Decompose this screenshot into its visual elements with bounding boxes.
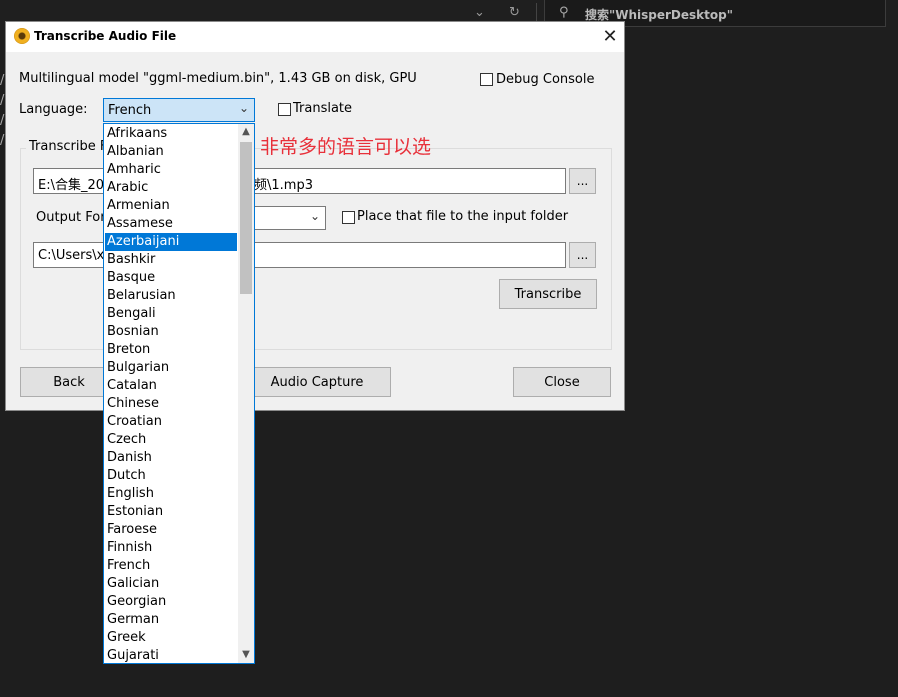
scroll-thumb[interactable]	[240, 142, 252, 294]
language-option[interactable]: French	[105, 557, 237, 575]
chevron-down-icon: ⌄	[238, 101, 249, 115]
language-option[interactable]: Danish	[105, 449, 237, 467]
chevron-down-icon: ⌄	[309, 209, 320, 223]
scroll-up-icon[interactable]: ▲	[238, 124, 254, 140]
language-option[interactable]: Galician	[105, 575, 237, 593]
dialog-titlebar[interactable]: Transcribe Audio File ✕	[6, 22, 624, 52]
language-select[interactable]: French ⌄	[103, 98, 255, 122]
language-option[interactable]: Arabic	[105, 179, 237, 197]
language-option[interactable]: Faroese	[105, 521, 237, 539]
transcribe-dialog: Transcribe Audio File ✕ Multilingual mod…	[5, 21, 625, 411]
debug-console-checkbox[interactable]	[480, 73, 493, 86]
background-text-fragment: /	[0, 133, 5, 148]
language-option[interactable]: English	[105, 485, 237, 503]
dropdown-scrollbar[interactable]: ▲ ▼	[238, 124, 254, 663]
sunflower-app-icon	[14, 28, 30, 44]
close-icon[interactable]: ✕	[598, 25, 622, 49]
dialog-title: Transcribe Audio File	[34, 29, 177, 43]
place-file-checkbox[interactable]	[342, 211, 355, 224]
audio-capture-button[interactable]: Audio Capture	[243, 367, 391, 397]
language-option[interactable]: Chinese	[105, 395, 237, 413]
language-option[interactable]: Finnish	[105, 539, 237, 557]
close-button[interactable]: Close	[513, 367, 611, 397]
translate-checkbox[interactable]	[278, 103, 291, 116]
background-text-fragment: /	[0, 93, 5, 108]
debug-console-label: Debug Console	[496, 72, 595, 87]
background-text-fragment: /	[0, 73, 5, 88]
output-path-text: C:\Users\x	[38, 248, 105, 263]
browse-input-button[interactable]: ...	[569, 168, 596, 194]
language-option[interactable]: Assamese	[105, 215, 237, 233]
language-option[interactable]: Croatian	[105, 413, 237, 431]
chevron-down-icon[interactable]: ⌄	[474, 5, 485, 20]
language-option[interactable]: Bengali	[105, 305, 237, 323]
scroll-down-icon[interactable]: ▼	[238, 647, 254, 663]
input-path-tail: 频\1.mp3	[254, 178, 313, 193]
search-icon: ⚲	[559, 5, 569, 20]
language-option[interactable]: Breton	[105, 341, 237, 359]
background-text-fragment: /	[0, 113, 5, 128]
language-selected-value: French	[108, 103, 152, 118]
language-option[interactable]: German	[105, 611, 237, 629]
model-info: Multilingual model "ggml-medium.bin", 1.…	[19, 71, 417, 86]
language-option[interactable]: Armenian	[105, 197, 237, 215]
language-option[interactable]: Bashkir	[105, 251, 237, 269]
language-option[interactable]: Gujarati	[105, 647, 237, 663]
language-option[interactable]: Albanian	[105, 143, 237, 161]
input-path-text: E:\合集_20	[38, 178, 105, 193]
language-option[interactable]: Czech	[105, 431, 237, 449]
language-option[interactable]: Basque	[105, 269, 237, 287]
annotation-text: 非常多的语言可以选	[260, 136, 432, 158]
translate-label: Translate	[293, 101, 353, 116]
language-option[interactable]: Belarusian	[105, 287, 237, 305]
language-label: Language:	[19, 102, 88, 117]
language-option[interactable]: Bulgarian	[105, 359, 237, 377]
language-option[interactable]: Amharic	[105, 161, 237, 179]
language-option[interactable]: Estonian	[105, 503, 237, 521]
toolbar-divider	[536, 3, 537, 23]
output-format-label: Output For	[36, 210, 106, 225]
language-option[interactable]: Catalan	[105, 377, 237, 395]
place-file-label: Place that file to the input folder	[357, 209, 569, 224]
refresh-icon[interactable]: ↻	[509, 5, 520, 20]
language-option[interactable]: Greek	[105, 629, 237, 647]
language-option[interactable]: Azerbaijani	[105, 233, 237, 251]
transcribe-button[interactable]: Transcribe	[499, 279, 597, 309]
browse-output-button[interactable]: ...	[569, 242, 596, 268]
language-option[interactable]: Dutch	[105, 467, 237, 485]
transcribe-group-label: Transcribe F	[26, 139, 111, 154]
language-option[interactable]: Bosnian	[105, 323, 237, 341]
language-option[interactable]: Georgian	[105, 593, 237, 611]
language-option[interactable]: Afrikaans	[105, 125, 237, 143]
language-dropdown-list[interactable]: Gujarati Greek German Georgian Galician Frenc…	[103, 123, 255, 664]
